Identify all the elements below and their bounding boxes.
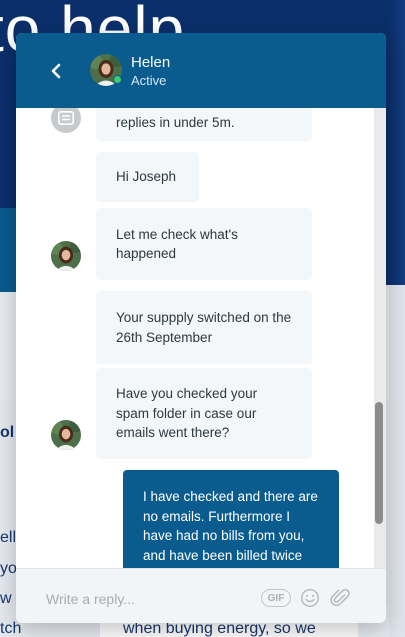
agent-avatar [51,241,81,271]
paperclip-icon [330,588,350,607]
chevron-left-icon [51,63,61,79]
bot-icon [51,108,81,133]
message-bubble-incoming: Your suppply switched on the 26th Septem… [96,291,312,364]
scrollbar-thumb[interactable] [375,402,383,524]
back-button[interactable] [42,57,70,85]
message-bubble-incoming: replies in under 5m. [96,108,312,141]
message-bubble-incoming: Let me check what's happened [96,208,312,280]
site-text-fragment: w [0,590,12,607]
composer: GIF [16,568,386,623]
message-bubble-outgoing: I have checked and there are no emails. … [123,470,339,568]
smiley-icon [300,588,320,608]
reply-input[interactable] [46,588,256,610]
online-status-dot [113,75,122,84]
site-text-fragment: ell [0,529,17,546]
message-list[interactable]: replies in under 5m. Hi Joseph Let me ch… [16,108,386,568]
gif-button[interactable]: GIF [261,589,291,607]
agent-status: Active [131,73,167,88]
emoji-button[interactable] [300,588,320,608]
site-text-fragment: ol [0,424,15,441]
chat-header: Helen Active [16,33,386,108]
message-bubble-incoming: Have you checked your spam folder in cas… [96,368,312,459]
chat-widget: Helen Active replies in under 5m. Hi Jos… [16,33,386,623]
site-text-fragment: yo [0,560,17,577]
message-bubble-incoming: Hi Joseph [96,152,199,202]
site-right-edge-light [389,285,405,637]
attach-button[interactable] [330,586,350,610]
agent-name: Helen [131,54,171,71]
agent-avatar [51,420,81,450]
